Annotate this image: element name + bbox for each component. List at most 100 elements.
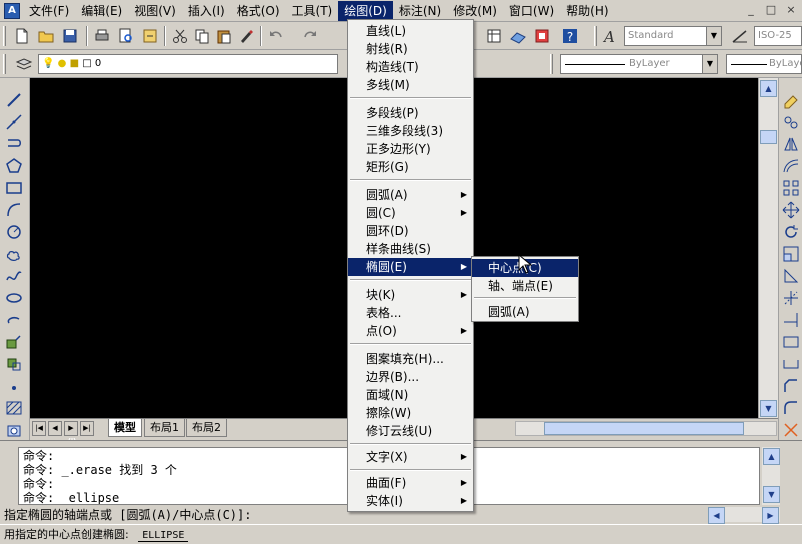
scroll-left-button[interactable]: ◀ — [708, 507, 725, 524]
menu-file[interactable]: 文件(F) — [23, 1, 75, 21]
menu-edit[interactable]: 编辑(E) — [75, 1, 128, 21]
arc-tool-icon[interactable] — [4, 200, 24, 220]
text-style-icon[interactable]: A — [600, 26, 620, 46]
point-tool-icon[interactable] — [4, 376, 24, 396]
break-tool-icon[interactable] — [781, 354, 801, 374]
scroll-up-button[interactable]: ▲ — [760, 80, 777, 97]
draw-menu-item-xline[interactable]: 构造线(T) — [348, 58, 473, 76]
linetype-select[interactable]: ByLayer ▼ — [560, 54, 718, 74]
open-folder-icon[interactable] — [36, 26, 56, 46]
break-at-point-tool-icon[interactable] — [781, 332, 801, 352]
ellipse-tool-icon[interactable] — [4, 288, 24, 308]
draw-menu-item-ellipse[interactable]: 椭圆(E) ▶ — [348, 258, 473, 276]
scale-tool-icon[interactable] — [781, 244, 801, 264]
menu-help[interactable]: 帮助(H) — [560, 1, 614, 21]
restore-button[interactable]: □ — [764, 3, 778, 17]
help-icon[interactable]: ? — [560, 26, 580, 46]
close-button[interactable]: × — [784, 3, 798, 17]
array-tool-icon[interactable] — [781, 178, 801, 198]
tab-layout2[interactable]: 布局2 — [186, 419, 227, 437]
trim-tool-icon[interactable] — [781, 288, 801, 308]
draw-menu-item-3dpoly[interactable]: 三维多段线(3) — [348, 122, 473, 140]
dim-style-select[interactable]: ISO-25 — [754, 26, 802, 46]
sheet-set-icon[interactable] — [532, 26, 552, 46]
new-file-icon[interactable] — [12, 26, 32, 46]
toolbar-grip[interactable] — [550, 54, 553, 74]
plot-preview-icon[interactable] — [116, 26, 136, 46]
dim-style-icon[interactable] — [730, 26, 750, 46]
horizontal-scrollbar[interactable] — [515, 421, 777, 436]
draw-menu-item-mline[interactable]: 多线(M) — [348, 76, 473, 94]
publish-icon[interactable] — [140, 26, 160, 46]
insert-block-tool-icon[interactable] — [4, 332, 24, 352]
menu-dimension[interactable]: 标注(N) — [393, 1, 447, 21]
draw-menu-item-point[interactable]: 点(O) ▶ — [348, 322, 473, 340]
copy-object-tool-icon[interactable] — [781, 112, 801, 132]
print-icon[interactable] — [92, 26, 112, 46]
extend-tool-icon[interactable] — [781, 310, 801, 330]
explode-tool-icon[interactable] — [781, 420, 801, 440]
hatch-tool-icon[interactable] — [4, 398, 24, 418]
layer-select[interactable]: 💡 ● ■ □ 0 — [38, 54, 338, 74]
draw-menu-item-surfaces[interactable]: 曲面(F) ▶ — [348, 474, 473, 492]
rectangle-tool-icon[interactable] — [4, 178, 24, 198]
command-horizontal-scrollbar[interactable]: ◀ ▶ — [708, 507, 780, 524]
horizontal-scroll-thumb[interactable] — [544, 422, 744, 435]
draw-menu-item-hatch[interactable]: 图案填充(H)... — [348, 350, 473, 368]
draw-menu-item-boundary[interactable]: 边界(B)... — [348, 368, 473, 386]
scroll-thumb[interactable] — [760, 130, 777, 144]
menu-format[interactable]: 格式(O) — [231, 1, 286, 21]
draw-menu-item-table[interactable]: 表格... — [348, 304, 473, 322]
draw-menu-item-ray[interactable]: 射线(R) — [348, 40, 473, 58]
autocad-logo-icon[interactable]: A — [4, 2, 20, 19]
revision-cloud-tool-icon[interactable] — [4, 244, 24, 264]
design-center-icon[interactable] — [484, 26, 504, 46]
draw-menu-item-text[interactable]: 文字(X) ▶ — [348, 448, 473, 466]
paste-icon[interactable] — [214, 26, 234, 46]
copy-icon[interactable] — [192, 26, 212, 46]
undo-icon[interactable] — [266, 26, 286, 46]
rotate-tool-icon[interactable] — [781, 222, 801, 242]
next-tab-button[interactable]: ▶ — [64, 421, 78, 436]
save-icon[interactable] — [60, 26, 80, 46]
lineweight-select[interactable]: ByLayer — [726, 54, 802, 74]
cut-icon[interactable] — [170, 26, 190, 46]
match-properties-icon[interactable] — [236, 26, 256, 46]
move-tool-icon[interactable] — [781, 200, 801, 220]
text-style-select[interactable]: Standard ▼ — [624, 26, 722, 46]
draw-menu-item-line[interactable]: 直线(L) — [348, 22, 473, 40]
menu-tools[interactable]: 工具(T) — [286, 1, 339, 21]
command-history-scrollbar[interactable]: ▲ ▼ — [762, 447, 780, 505]
ellipse-arc-tool-icon[interactable] — [4, 310, 24, 330]
fillet-tool-icon[interactable] — [781, 398, 801, 418]
draw-menu-item-spline[interactable]: 样条曲线(S) — [348, 240, 473, 258]
ellipse-submenu-item-axis-end[interactable]: 轴、端点(E) — [472, 277, 578, 295]
construction-line-tool-icon[interactable] — [4, 112, 24, 132]
menu-window[interactable]: 窗口(W) — [503, 1, 560, 21]
draw-menu-item-revcloud[interactable]: 修订云线(U) — [348, 422, 473, 440]
make-block-tool-icon[interactable] — [4, 354, 24, 374]
draw-menu-item-polygon[interactable]: 正多边形(Y) — [348, 140, 473, 158]
tab-layout1[interactable]: 布局1 — [144, 419, 185, 437]
prev-tab-button[interactable]: ◀ — [48, 421, 62, 436]
tool-palette-icon[interactable] — [508, 26, 528, 46]
circle-tool-icon[interactable] — [4, 222, 24, 242]
redo-icon[interactable] — [300, 26, 320, 46]
first-tab-button[interactable]: |◀ — [32, 421, 46, 436]
layer-manager-icon[interactable] — [14, 54, 34, 74]
draw-menu-item-wipeout[interactable]: 擦除(W) — [348, 404, 473, 422]
offset-tool-icon[interactable] — [781, 156, 801, 176]
scroll-down-button[interactable]: ▼ — [763, 486, 780, 503]
line-tool-icon[interactable] — [4, 90, 24, 110]
menu-view[interactable]: 视图(V) — [128, 1, 182, 21]
ellipse-submenu-item-arc[interactable]: 圆弧(A) — [472, 303, 578, 321]
mirror-tool-icon[interactable] — [781, 134, 801, 154]
menu-draw[interactable]: 绘图(D) — [338, 0, 393, 21]
scroll-up-button[interactable]: ▲ — [763, 448, 780, 465]
polyline-tool-icon[interactable] — [4, 134, 24, 154]
menu-modify[interactable]: 修改(M) — [447, 1, 503, 21]
minimize-button[interactable]: _ — [744, 3, 758, 17]
stretch-tool-icon[interactable] — [781, 266, 801, 286]
chamfer-tool-icon[interactable] — [781, 376, 801, 396]
scroll-down-button[interactable]: ▼ — [760, 400, 777, 417]
